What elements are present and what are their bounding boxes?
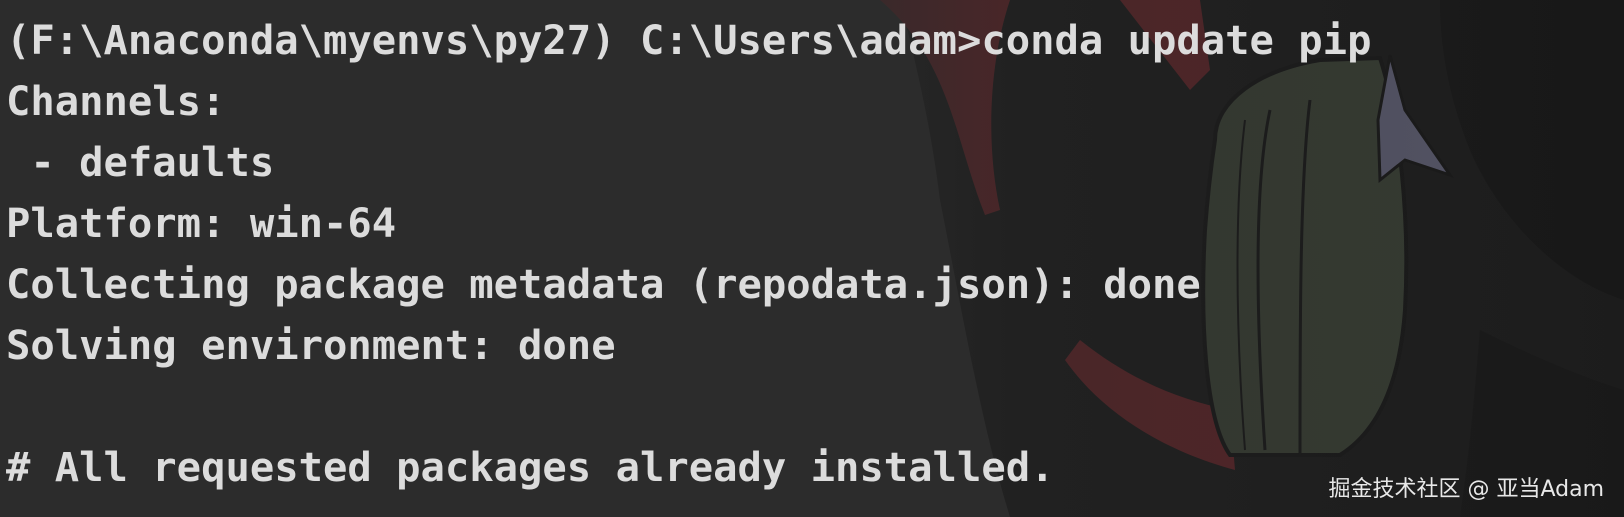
command-prompt-line: (F:\Anaconda\myenvs\py27) C:\Users\adam>…: [6, 16, 1372, 64]
output-line: Collecting package metadata (repodata.js…: [6, 260, 1201, 308]
watermark: 掘金技术社区 @ 亚当Adam: [1328, 477, 1604, 502]
terminal-window[interactable]: (F:\Anaconda\myenvs\py27) C:\Users\adam>…: [0, 0, 1624, 517]
output-line: - defaults: [6, 138, 275, 186]
output-line: Solving environment: done: [6, 321, 616, 369]
output-line: Channels:: [6, 77, 226, 125]
terminal-output[interactable]: (F:\Anaconda\myenvs\py27) C:\Users\adam>…: [6, 10, 1371, 498]
output-line: # All requested packages already install…: [6, 443, 1055, 491]
output-line: Platform: win-64: [6, 199, 397, 247]
